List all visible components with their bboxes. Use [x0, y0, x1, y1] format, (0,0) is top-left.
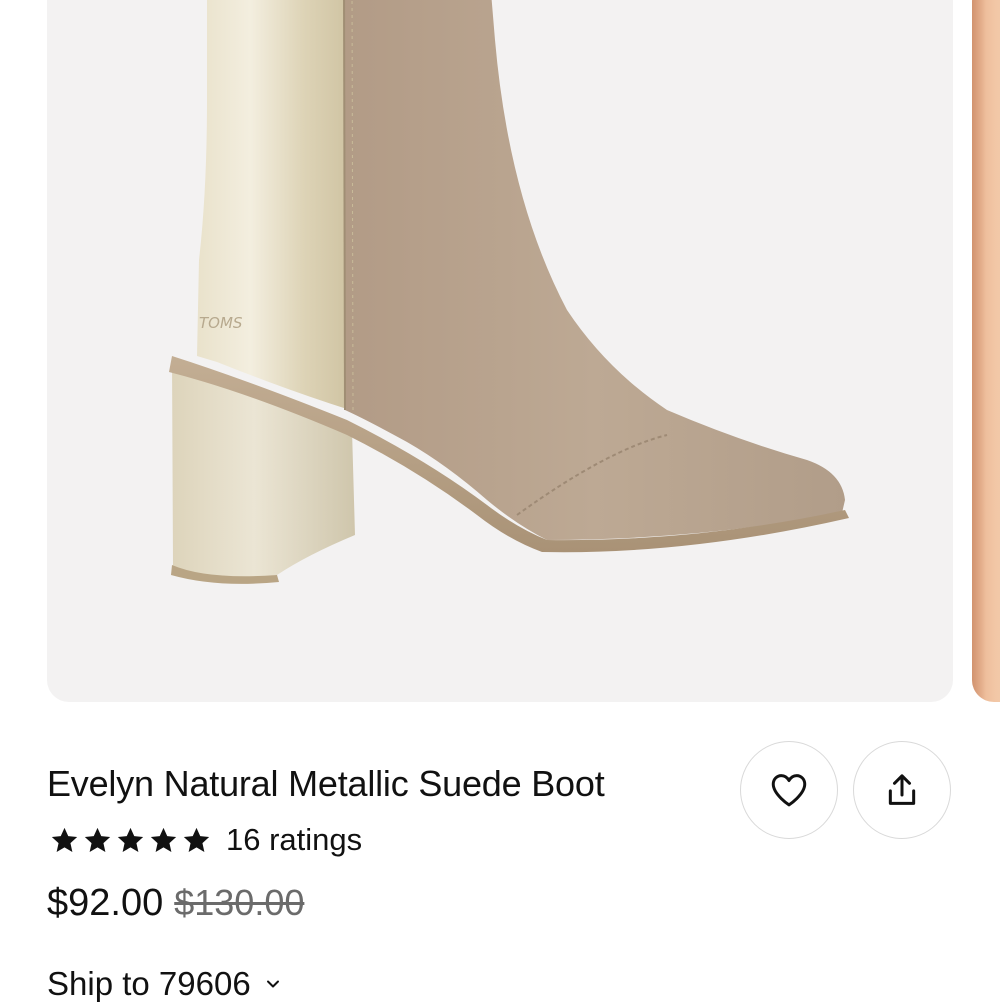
ship-to-label: Ship to 79606 [47, 965, 251, 1002]
star-icon [183, 827, 210, 852]
star-icon [84, 827, 111, 852]
star-icon [117, 827, 144, 852]
next-product-image[interactable] [972, 0, 1000, 702]
price-block: $92.00 $130.00 [47, 882, 304, 925]
next-image-edge [972, 0, 986, 702]
original-price: $130.00 [174, 882, 305, 923]
chevron-down-icon [266, 980, 279, 988]
sale-price: $92.00 [47, 882, 164, 924]
boot-illustration: TOMS [169, 0, 849, 584]
favorite-button[interactable] [740, 741, 838, 839]
ship-to-selector[interactable]: Ship to 79606 [47, 965, 283, 1003]
product-image-gallery[interactable]: TOMS [0, 0, 1000, 705]
product-title: Evelyn Natural Metallic Suede Boot [47, 763, 605, 804]
star-icon [150, 827, 177, 852]
share-button[interactable] [853, 741, 951, 839]
product-image[interactable]: TOMS [47, 0, 953, 702]
share-icon [888, 774, 916, 805]
ratings-count[interactable]: 16 ratings [226, 822, 362, 858]
heart-icon [771, 774, 807, 807]
brand-logo: TOMS [199, 314, 243, 332]
star-rating [49, 825, 212, 856]
rating-summary[interactable]: 16 ratings [49, 820, 362, 860]
star-icon [51, 827, 78, 852]
